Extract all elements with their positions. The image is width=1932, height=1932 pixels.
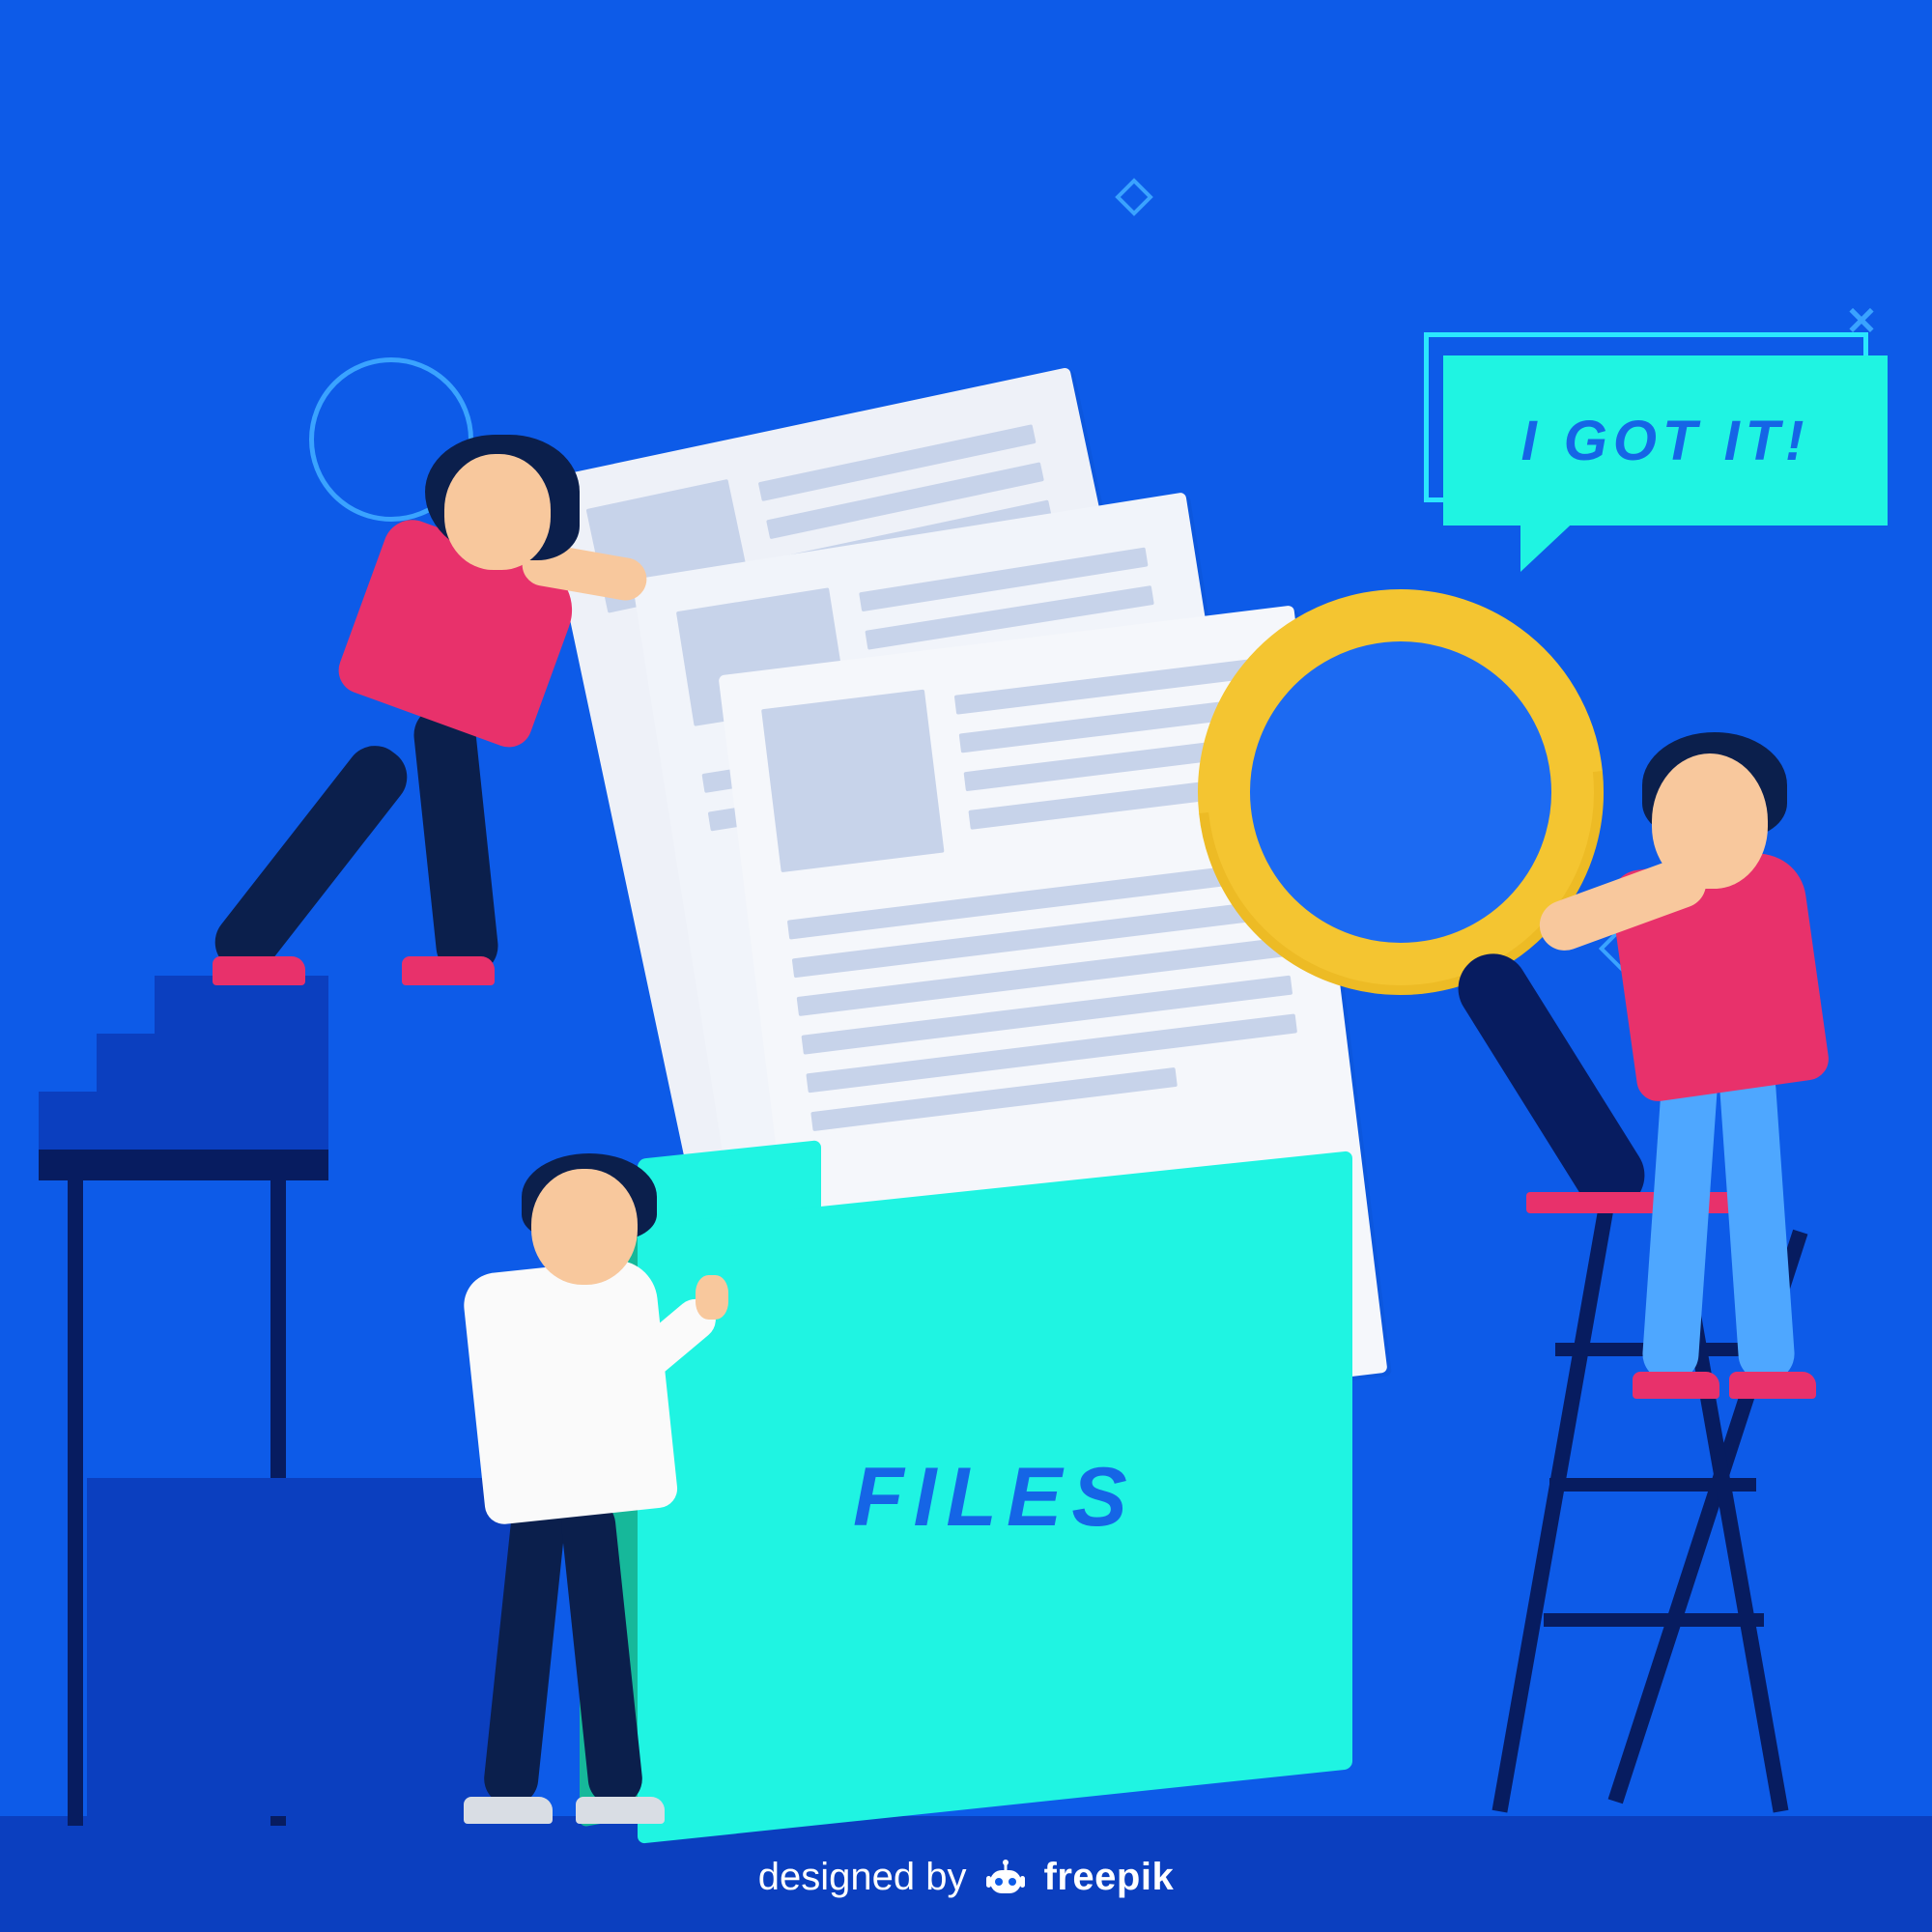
folder-label: FILES [853, 1450, 1137, 1546]
attribution-prefix: designed by [758, 1856, 967, 1899]
person-pointing-illustration [406, 1159, 734, 1835]
attribution-brand: freepik [1044, 1856, 1175, 1899]
speech-bubble: I GOT IT! [1443, 355, 1888, 526]
diamond-icon [1115, 178, 1153, 216]
robot-icon [984, 1857, 1027, 1899]
attribution: designed by freepik [0, 1856, 1932, 1899]
person-magnifying-illustration [1488, 676, 1855, 1410]
person-pushing-illustration [242, 415, 647, 1014]
speech-text: I GOT IT! [1521, 409, 1810, 473]
